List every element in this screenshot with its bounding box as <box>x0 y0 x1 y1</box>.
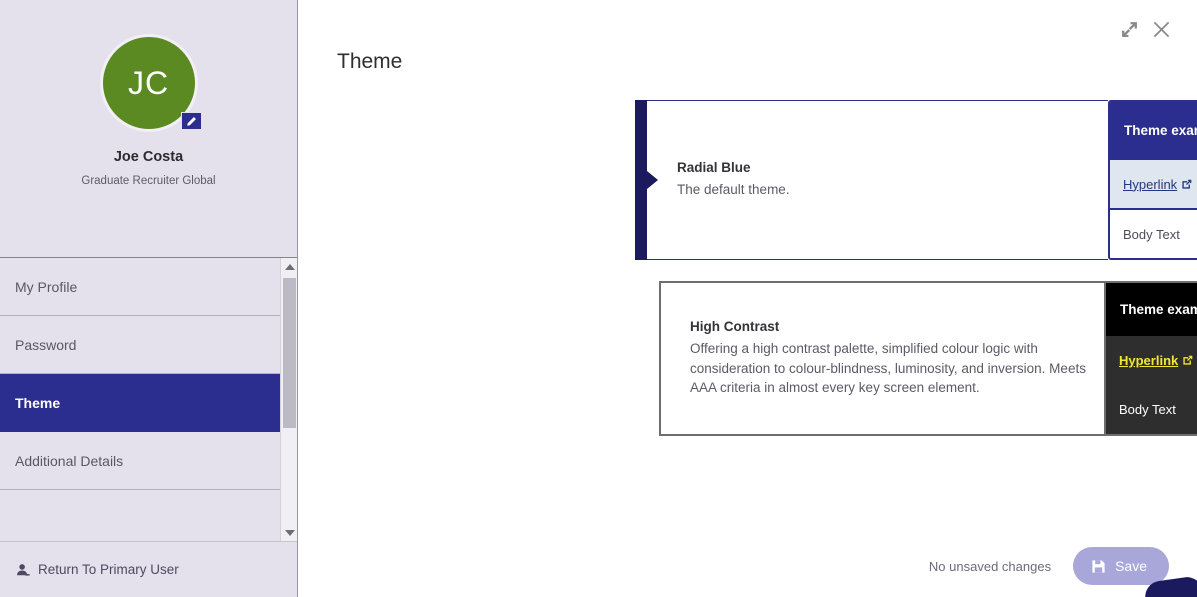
theme-description: Offering a high contrast palette, simpli… <box>690 341 1086 396</box>
save-disk-icon <box>1092 559 1105 573</box>
app-root: JC Joe Costa Graduate Recruiter Global M… <box>0 0 1197 597</box>
window-controls <box>1121 20 1171 39</box>
return-to-primary-user-link[interactable]: Return To Primary User <box>16 562 179 577</box>
expand-icon <box>1122 22 1137 37</box>
example-link-cell: Hyperlink <box>1110 160 1197 208</box>
sidebar-nav-scroll: My Profile Password Theme Additional Det… <box>0 258 297 541</box>
example-hyperlink[interactable]: Hyperlink <box>1123 177 1192 192</box>
theme-examples-high-contrast: Theme examples Hyperlink <box>1104 281 1197 436</box>
user-return-icon <box>17 563 30 576</box>
pencil-icon <box>186 116 196 126</box>
theme-card-high-contrast[interactable]: High Contrast Offering a high contrast p… <box>659 281 1197 436</box>
example-hyperlink-label: Hyperlink <box>1119 353 1179 368</box>
scrollbar-thumb[interactable] <box>283 278 296 428</box>
page-title: Theme <box>337 50 403 73</box>
sidebar-item-additional-details[interactable]: Additional Details <box>0 432 281 490</box>
example-hyperlink-label: Hyperlink <box>1123 176 1178 192</box>
selected-indicator-bar <box>635 100 647 260</box>
example-body-text-cell: Body Text <box>1110 210 1197 258</box>
examples-header: Theme examples <box>1110 102 1197 158</box>
theme-name: Radial Blue <box>677 160 751 176</box>
example-hyperlink[interactable]: Hyperlink <box>1119 353 1193 368</box>
theme-name: High Contrast <box>690 319 780 335</box>
theme-description: The default theme. <box>677 182 790 198</box>
profile-block: JC Joe Costa Graduate Recruiter Global <box>0 0 297 258</box>
external-link-icon <box>1182 179 1192 189</box>
examples-row-1: Hyperlink B <box>1106 336 1197 385</box>
expand-button[interactable] <box>1121 21 1138 38</box>
profile-role: Graduate Recruiter Global <box>81 175 216 187</box>
save-button[interactable]: Save <box>1073 547 1169 585</box>
avatar-wrap: JC <box>99 34 202 132</box>
sidebar-item-theme[interactable]: Theme <box>0 374 281 432</box>
profile-name: Joe Costa <box>113 149 184 165</box>
main-content: Theme Radial Blue The default theme. The… <box>298 0 1197 597</box>
close-icon <box>1153 21 1170 38</box>
avatar-initials: JC <box>127 64 170 101</box>
close-button[interactable] <box>1152 20 1171 39</box>
examples-row-1: Hyperlink B <box>1110 158 1197 208</box>
sidebar-scrollbar[interactable] <box>280 258 297 541</box>
sidebar-item-password[interactable]: Password <box>0 316 281 374</box>
external-link-icon <box>1183 355 1193 365</box>
example-link-cell: Hyperlink <box>1106 336 1197 385</box>
theme-card-radial-blue[interactable]: Radial Blue The default theme. Theme exa… <box>635 100 1197 260</box>
examples-header: Theme examples <box>1106 283 1197 336</box>
unsaved-status-text: No unsaved changes <box>928 558 1052 574</box>
theme-info-radial-blue: Radial Blue The default theme. <box>635 100 1108 260</box>
save-button-label: Save <box>1115 558 1147 574</box>
sidebar-item-my-profile[interactable]: My Profile <box>0 258 281 316</box>
example-body-text-cell: Body Text <box>1106 385 1197 434</box>
sidebar: JC Joe Costa Graduate Recruiter Global M… <box>0 0 298 597</box>
examples-row-2: Body Text Button <box>1106 385 1197 434</box>
theme-info-high-contrast: High Contrast Offering a high contrast p… <box>659 281 1104 436</box>
avatar-edit-button[interactable] <box>180 112 202 130</box>
examples-row-2: Body Text Button <box>1110 208 1197 258</box>
return-to-primary-user-label: Return To Primary User <box>38 562 179 577</box>
scroll-up-arrow-icon[interactable] <box>281 258 297 275</box>
scroll-down-arrow-icon[interactable] <box>281 524 297 541</box>
sidebar-footer: Return To Primary User <box>0 541 297 597</box>
selected-indicator-arrow-icon <box>647 171 658 189</box>
main-footer: No unsaved changes Save <box>929 547 1169 585</box>
theme-examples-radial-blue: Theme examples Hyperlink <box>1108 100 1197 260</box>
sidebar-nav-list: My Profile Password Theme Additional Det… <box>0 258 297 490</box>
